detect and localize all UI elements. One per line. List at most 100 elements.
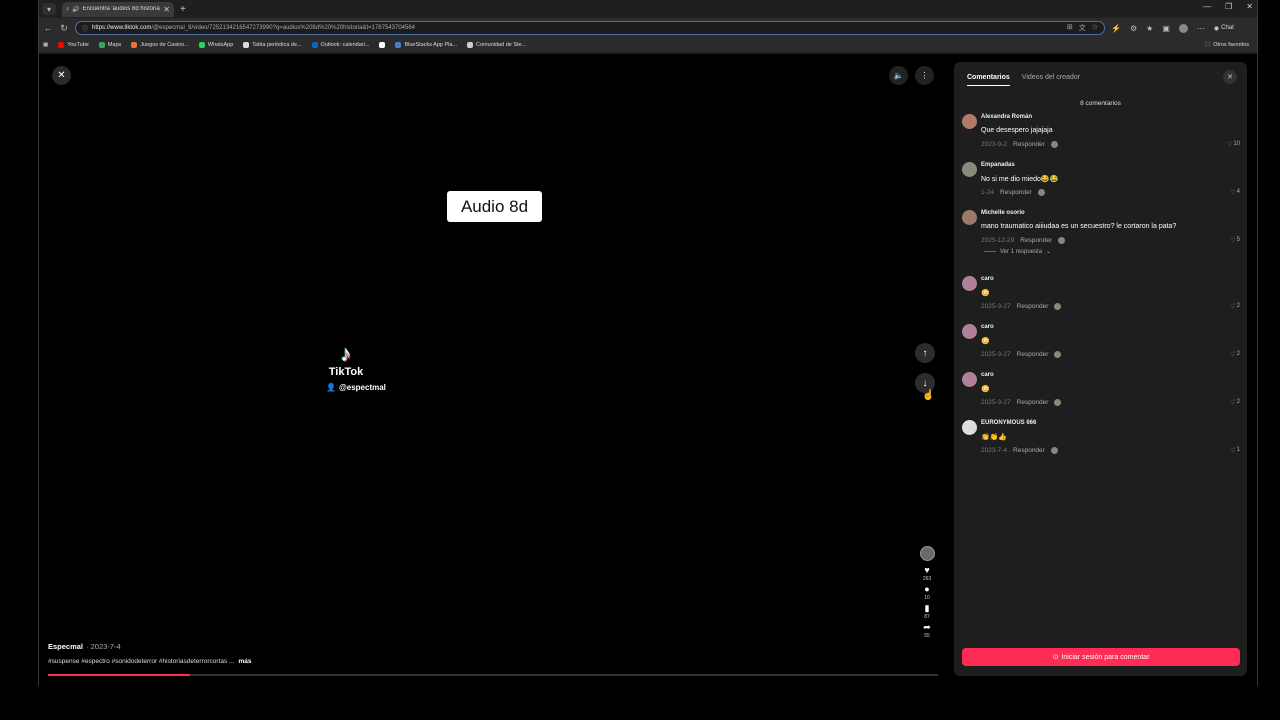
tab-close-icon[interactable]: ✕ — [163, 5, 170, 14]
comment-item: Alexandra Román Que desespero jajajaja 202… — [962, 114, 1240, 162]
reply-button[interactable]: Responder — [1013, 447, 1045, 454]
bookmark-label: YouTube — [67, 42, 89, 48]
commenter-name[interactable]: Michelle osorio — [981, 210, 1025, 216]
more-link[interactable]: más — [238, 658, 251, 665]
commenter-avatar[interactable] — [962, 420, 977, 435]
browser-tab[interactable]: ♪ 🔊 Encuentra 'audios 8d historia'... ✕ — [62, 1, 174, 17]
bookmark-outlook[interactable]: Outlook: calendari... — [311, 42, 369, 48]
commenter-avatar[interactable] — [962, 324, 977, 339]
bookmark-youtube[interactable]: YouTube — [58, 42, 89, 48]
copilot-chat-button[interactable]: ◉ Chat — [1214, 25, 1234, 32]
reply-button[interactable]: Responder — [1017, 351, 1049, 358]
translate-icon[interactable]: 文 — [1079, 23, 1086, 33]
settings-more-icon[interactable]: ⋯ — [1197, 24, 1205, 33]
extensions-puzzle-icon[interactable]: ⚙ — [1130, 24, 1137, 33]
panel-close-button[interactable]: ✕ — [1223, 70, 1237, 84]
apps-icon[interactable]: ▦ — [43, 42, 48, 48]
bookmark-maps[interactable]: Maps — [98, 42, 121, 48]
commenter-avatar[interactable] — [962, 210, 977, 225]
bookmark-steam[interactable]: Comunidad de Ste... — [467, 42, 526, 48]
more-options-button[interactable]: ⋮ — [915, 66, 934, 85]
bookmark-casino[interactable]: Juegos de Casino... — [131, 42, 189, 48]
commenter-name[interactable]: caro — [981, 324, 994, 330]
save-action[interactable]: ▮ 87 — [924, 603, 930, 620]
comment-like[interactable]: ♡ 2 — [1230, 303, 1240, 310]
commenter-avatar[interactable] — [962, 372, 977, 387]
comment-like[interactable]: ♡ 2 — [1230, 351, 1240, 358]
commenter-name[interactable]: Alexandra Román — [981, 114, 1032, 120]
comment-like[interactable]: ♡ 5 — [1230, 237, 1240, 244]
heart-outline-icon: ♡ — [1230, 190, 1236, 196]
bookmark-whatsapp[interactable]: WhatsApp — [198, 42, 234, 48]
close-video-button[interactable]: ✕ — [52, 66, 71, 85]
restore-icon[interactable]: ❐ — [1225, 2, 1232, 11]
comment-meta: 2025-3-27 Responder — [981, 351, 1062, 358]
view-replies-button[interactable]: Ver 1 respuesta ⌄ — [984, 248, 1051, 255]
video-player[interactable]: ✕ 🔈 ⋮ Audio 8d ♪ TikTok 👤 @espectmal ↑ ↓… — [39, 54, 947, 686]
app-install-icon[interactable]: ⊞ — [1067, 23, 1073, 33]
minimize-icon[interactable]: — — [1203, 2, 1211, 11]
video-progress-bar[interactable] — [48, 674, 938, 676]
comment-date: 2025-3-27 — [981, 351, 1011, 358]
site-info-icon[interactable]: ⓘ — [82, 24, 88, 33]
commenter-avatar[interactable] — [962, 276, 977, 291]
other-favorites[interactable]: 🗀 Otros favoritos — [1205, 41, 1249, 50]
audio-playing-icon[interactable]: 🔊 — [72, 6, 79, 13]
share-count: 55 — [924, 633, 930, 639]
comment-like[interactable]: ♡ 2 — [1230, 399, 1240, 406]
like-action[interactable]: ♥ 263 — [923, 565, 931, 582]
video-author-line: Especmal · 2023-7-4 — [48, 642, 121, 651]
address-bar[interactable]: ⓘ https://www.tiktok.com/@especmal_8/vid… — [75, 21, 1105, 35]
bookmark-misc[interactable] — [379, 42, 386, 48]
commenter-name[interactable]: Empanadas — [981, 162, 1015, 168]
favorite-star-icon[interactable]: ☆ — [1092, 23, 1098, 33]
previous-video-button[interactable]: ↑ — [915, 343, 935, 363]
tab-creator-videos[interactable]: Videos del creador — [1022, 74, 1080, 86]
close-window-icon[interactable]: ✕ — [1246, 2, 1253, 11]
hashtags[interactable]: #suspense #espectro #sonidodeterror #his… — [48, 658, 234, 665]
commenter-name[interactable]: caro — [981, 372, 994, 378]
tab-actions-button[interactable]: ▾ — [42, 3, 56, 15]
commenter-name[interactable]: caro — [981, 276, 994, 282]
commenter-name[interactable]: EURONYMOUS 666 — [981, 420, 1036, 426]
reply-button[interactable]: Responder — [1017, 399, 1049, 406]
commenter-avatar[interactable] — [962, 114, 977, 129]
profile-avatar[interactable] — [1178, 23, 1188, 33]
bookmark-bluestacks[interactable]: BlueStacks App Pla... — [395, 42, 457, 48]
comment-action[interactable]: ● 10 — [924, 584, 930, 601]
comment-text: 😳 — [981, 290, 990, 297]
comment-like[interactable]: ♡ 4 — [1230, 189, 1240, 196]
bookmark-periodic-table[interactable]: Tabla periódica de... — [243, 42, 302, 48]
watermark-brand: TikTok — [328, 366, 364, 378]
comment-like-count: 4 — [1236, 189, 1240, 195]
login-to-comment-button[interactable]: ⊙ Iniciar sesión para comentar — [962, 648, 1240, 666]
comment-date: 2025-3-27 — [981, 399, 1011, 406]
author-name[interactable]: Especmal — [48, 642, 83, 651]
bookmark-label: WhatsApp — [207, 42, 234, 48]
mouse-cursor-icon: ☝ — [922, 390, 935, 401]
commenter-avatar[interactable] — [962, 162, 977, 177]
share-action[interactable]: ➦ 55 — [923, 622, 931, 639]
extension-icon[interactable]: ⚡ — [1111, 24, 1121, 33]
collections-icon[interactable]: ▣ — [1162, 24, 1170, 33]
bookmark-label: Juegos de Casino... — [140, 42, 189, 48]
reply-button[interactable]: Responder — [1020, 237, 1052, 244]
heart-outline-icon: ♡ — [1230, 400, 1236, 406]
share-icon: ➦ — [923, 622, 931, 632]
refresh-icon[interactable]: ↻ — [59, 23, 69, 34]
comment-like-count: 2 — [1236, 351, 1240, 357]
heart-outline-icon: ♡ — [1230, 238, 1236, 244]
volume-button[interactable]: 🔈 — [889, 66, 908, 85]
back-icon[interactable]: ← — [43, 23, 53, 33]
reply-button[interactable]: Responder — [1013, 141, 1045, 148]
comment-like[interactable]: ♡ 10 — [1227, 141, 1240, 148]
favorites-icon[interactable]: ★ — [1146, 24, 1153, 33]
reply-button[interactable]: Responder — [1017, 303, 1049, 310]
new-tab-button[interactable]: + — [180, 4, 186, 15]
reply-button[interactable]: Responder — [1000, 189, 1032, 196]
tab-comments[interactable]: Comentarios — [967, 74, 1010, 86]
comment-meta: 2023-7-4 Responder — [981, 447, 1058, 454]
creator-avatar[interactable] — [919, 546, 935, 561]
heart-outline-icon: ♡ — [1226, 142, 1233, 148]
comment-like[interactable]: ♡ 1 — [1230, 447, 1240, 454]
